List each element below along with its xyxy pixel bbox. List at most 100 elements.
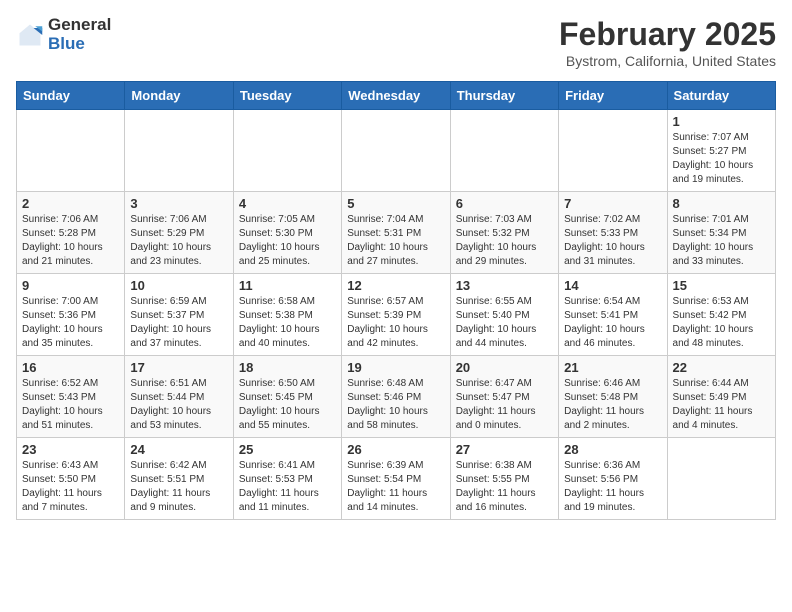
day-info: Sunrise: 7:07 AM Sunset: 5:27 PM Dayligh… (673, 131, 770, 187)
calendar-cell (559, 110, 667, 192)
day-info: Sunrise: 6:58 AM Sunset: 5:38 PM Dayligh… (239, 295, 336, 351)
weekday-header-saturday: Saturday (667, 82, 775, 110)
day-info: Sunrise: 6:51 AM Sunset: 5:44 PM Dayligh… (130, 377, 227, 433)
calendar-cell: 26 Sunrise: 6:39 AM Sunset: 5:54 PM Dayli… (342, 438, 450, 520)
title-block: February 2025 Bystrom, California, Unite… (559, 16, 776, 69)
weekday-header-wednesday: Wednesday (342, 82, 450, 110)
day-number: 19 (347, 360, 444, 375)
day-number: 3 (130, 196, 227, 211)
day-info: Sunrise: 6:48 AM Sunset: 5:46 PM Dayligh… (347, 377, 444, 433)
day-number: 26 (347, 442, 444, 457)
day-number: 16 (22, 360, 119, 375)
calendar-week-1: 1 Sunrise: 7:07 AM Sunset: 5:27 PM Daylig… (17, 110, 776, 192)
day-info: Sunrise: 6:36 AM Sunset: 5:56 PM Dayligh… (564, 459, 661, 515)
calendar-cell: 27 Sunrise: 6:38 AM Sunset: 5:55 PM Dayli… (450, 438, 558, 520)
day-number: 8 (673, 196, 770, 211)
location: Bystrom, California, United States (559, 53, 776, 69)
day-info: Sunrise: 6:54 AM Sunset: 5:41 PM Dayligh… (564, 295, 661, 351)
weekday-header-friday: Friday (559, 82, 667, 110)
calendar-cell (450, 110, 558, 192)
day-info: Sunrise: 6:57 AM Sunset: 5:39 PM Dayligh… (347, 295, 444, 351)
day-number: 12 (347, 278, 444, 293)
day-number: 2 (22, 196, 119, 211)
day-number: 20 (456, 360, 553, 375)
day-number: 24 (130, 442, 227, 457)
day-info: Sunrise: 6:46 AM Sunset: 5:48 PM Dayligh… (564, 377, 661, 433)
day-number: 22 (673, 360, 770, 375)
day-number: 6 (456, 196, 553, 211)
day-number: 7 (564, 196, 661, 211)
calendar-cell: 3 Sunrise: 7:06 AM Sunset: 5:29 PM Daylig… (125, 192, 233, 274)
day-number: 15 (673, 278, 770, 293)
logo: General Blue (16, 16, 111, 53)
calendar-cell: 22 Sunrise: 6:44 AM Sunset: 5:49 PM Dayli… (667, 356, 775, 438)
day-info: Sunrise: 7:06 AM Sunset: 5:29 PM Dayligh… (130, 213, 227, 269)
day-number: 27 (456, 442, 553, 457)
month-title: February 2025 (559, 16, 776, 53)
day-info: Sunrise: 6:38 AM Sunset: 5:55 PM Dayligh… (456, 459, 553, 515)
day-info: Sunrise: 6:59 AM Sunset: 5:37 PM Dayligh… (130, 295, 227, 351)
calendar-cell: 2 Sunrise: 7:06 AM Sunset: 5:28 PM Daylig… (17, 192, 125, 274)
calendar-cell: 6 Sunrise: 7:03 AM Sunset: 5:32 PM Daylig… (450, 192, 558, 274)
day-number: 18 (239, 360, 336, 375)
calendar-week-2: 2 Sunrise: 7:06 AM Sunset: 5:28 PM Daylig… (17, 192, 776, 274)
day-info: Sunrise: 6:52 AM Sunset: 5:43 PM Dayligh… (22, 377, 119, 433)
day-number: 13 (456, 278, 553, 293)
day-info: Sunrise: 6:53 AM Sunset: 5:42 PM Dayligh… (673, 295, 770, 351)
calendar-cell (342, 110, 450, 192)
calendar-cell: 8Sunrise: 7:01 AM Sunset: 5:34 PM Daylig… (667, 192, 775, 274)
calendar-cell: 19 Sunrise: 6:48 AM Sunset: 5:46 PM Dayli… (342, 356, 450, 438)
weekday-header-tuesday: Tuesday (233, 82, 341, 110)
day-info: Sunrise: 7:03 AM Sunset: 5:32 PM Dayligh… (456, 213, 553, 269)
logo-text: General Blue (48, 16, 111, 53)
day-number: 17 (130, 360, 227, 375)
day-info: Sunrise: 6:55 AM Sunset: 5:40 PM Dayligh… (456, 295, 553, 351)
day-info: Sunrise: 6:47 AM Sunset: 5:47 PM Dayligh… (456, 377, 553, 433)
calendar-cell: 17 Sunrise: 6:51 AM Sunset: 5:44 PM Dayli… (125, 356, 233, 438)
calendar-cell: 24 Sunrise: 6:42 AM Sunset: 5:51 PM Dayli… (125, 438, 233, 520)
calendar-cell: 5 Sunrise: 7:04 AM Sunset: 5:31 PM Daylig… (342, 192, 450, 274)
day-number: 5 (347, 196, 444, 211)
calendar-cell: 4 Sunrise: 7:05 AM Sunset: 5:30 PM Daylig… (233, 192, 341, 274)
calendar-cell: 25 Sunrise: 6:41 AM Sunset: 5:53 PM Dayli… (233, 438, 341, 520)
logo-icon (16, 21, 44, 49)
calendar-cell: 9Sunrise: 7:00 AM Sunset: 5:36 PM Daylig… (17, 274, 125, 356)
calendar-cell: 20 Sunrise: 6:47 AM Sunset: 5:47 PM Dayli… (450, 356, 558, 438)
day-info: Sunrise: 6:43 AM Sunset: 5:50 PM Dayligh… (22, 459, 119, 515)
logo-blue: Blue (48, 35, 111, 54)
day-info: Sunrise: 6:39 AM Sunset: 5:54 PM Dayligh… (347, 459, 444, 515)
calendar-cell: 23 Sunrise: 6:43 AM Sunset: 5:50 PM Dayli… (17, 438, 125, 520)
calendar-cell: 14Sunrise: 6:54 AM Sunset: 5:41 PM Dayli… (559, 274, 667, 356)
day-info: Sunrise: 6:50 AM Sunset: 5:45 PM Dayligh… (239, 377, 336, 433)
calendar-week-4: 16 Sunrise: 6:52 AM Sunset: 5:43 PM Dayli… (17, 356, 776, 438)
weekday-header-row: SundayMondayTuesdayWednesdayThursdayFrid… (17, 82, 776, 110)
day-info: Sunrise: 7:04 AM Sunset: 5:31 PM Dayligh… (347, 213, 444, 269)
page-header: General Blue February 2025 Bystrom, Cali… (16, 16, 776, 69)
day-info: Sunrise: 6:42 AM Sunset: 5:51 PM Dayligh… (130, 459, 227, 515)
day-info: Sunrise: 6:44 AM Sunset: 5:49 PM Dayligh… (673, 377, 770, 433)
calendar-cell: 16 Sunrise: 6:52 AM Sunset: 5:43 PM Dayli… (17, 356, 125, 438)
calendar-cell: 18 Sunrise: 6:50 AM Sunset: 5:45 PM Dayli… (233, 356, 341, 438)
calendar-cell: 1 Sunrise: 7:07 AM Sunset: 5:27 PM Daylig… (667, 110, 775, 192)
calendar-week-5: 23 Sunrise: 6:43 AM Sunset: 5:50 PM Dayli… (17, 438, 776, 520)
day-info: Sunrise: 7:06 AM Sunset: 5:28 PM Dayligh… (22, 213, 119, 269)
day-number: 23 (22, 442, 119, 457)
calendar-table: SundayMondayTuesdayWednesdayThursdayFrid… (16, 81, 776, 520)
day-info: Sunrise: 6:41 AM Sunset: 5:53 PM Dayligh… (239, 459, 336, 515)
day-number: 10 (130, 278, 227, 293)
day-number: 4 (239, 196, 336, 211)
calendar-cell: 28 Sunrise: 6:36 AM Sunset: 5:56 PM Dayli… (559, 438, 667, 520)
day-number: 28 (564, 442, 661, 457)
weekday-header-thursday: Thursday (450, 82, 558, 110)
day-number: 1 (673, 114, 770, 129)
weekday-header-sunday: Sunday (17, 82, 125, 110)
day-info: Sunrise: 7:02 AM Sunset: 5:33 PM Dayligh… (564, 213, 661, 269)
day-number: 25 (239, 442, 336, 457)
calendar-week-3: 9Sunrise: 7:00 AM Sunset: 5:36 PM Daylig… (17, 274, 776, 356)
day-info: Sunrise: 7:00 AM Sunset: 5:36 PM Dayligh… (22, 295, 119, 351)
calendar-cell: 13 Sunrise: 6:55 AM Sunset: 5:40 PM Dayli… (450, 274, 558, 356)
day-number: 21 (564, 360, 661, 375)
calendar-cell (233, 110, 341, 192)
day-info: Sunrise: 7:05 AM Sunset: 5:30 PM Dayligh… (239, 213, 336, 269)
calendar-cell: 10 Sunrise: 6:59 AM Sunset: 5:37 PM Dayli… (125, 274, 233, 356)
